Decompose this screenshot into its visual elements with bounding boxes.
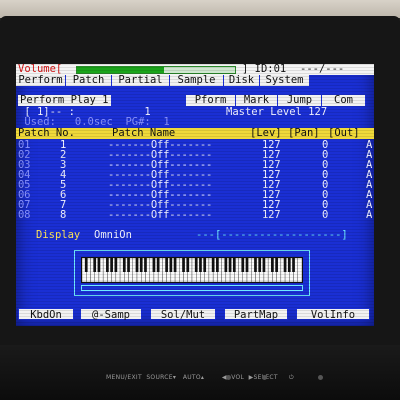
black-key[interactable] (156, 258, 160, 272)
black-key[interactable] (122, 258, 126, 272)
black-key[interactable] (199, 258, 202, 272)
black-key[interactable] (182, 258, 185, 272)
vol-up-button[interactable] (262, 375, 267, 380)
header-level: [Lev] (250, 127, 282, 139)
black-key[interactable] (232, 258, 236, 272)
display-label: Display (36, 229, 81, 241)
kbdon-button[interactable]: KbdOn (18, 308, 74, 321)
power-button[interactable] (318, 375, 323, 380)
volume-fill (77, 67, 164, 73)
subtab-label: Mark (243, 94, 270, 106)
vol-down-button[interactable] (226, 375, 231, 380)
display-value[interactable]: OmniOn (94, 230, 132, 241)
black-key[interactable] (292, 258, 295, 272)
volinfo-button[interactable]: VolInfo (296, 308, 370, 321)
subtab-mark[interactable]: Mark (236, 95, 278, 106)
black-key[interactable] (93, 258, 97, 272)
tab-label: Patch (72, 74, 105, 86)
black-key[interactable] (173, 258, 177, 272)
fkey-label: @-Samp (92, 309, 130, 321)
black-key[interactable] (194, 258, 198, 272)
tab-label: Sample (177, 74, 216, 86)
black-key[interactable] (139, 258, 143, 272)
crt-screen: Volume[ ] ID:01 ---/--- Perform Patch Pa… (16, 64, 374, 326)
black-key[interactable] (258, 258, 262, 272)
solo-mute-button[interactable]: Sol/Mut (150, 308, 216, 321)
black-key[interactable] (275, 258, 278, 272)
subtab-label: Com (334, 94, 353, 106)
page-title: Perform Play 1 (18, 94, 111, 106)
black-key[interactable] (152, 258, 156, 272)
tab-disk[interactable]: Disk (224, 75, 260, 86)
output-value: A (366, 209, 373, 221)
tab-perform[interactable]: Perform (16, 75, 66, 86)
part-number: 08 (18, 209, 31, 221)
black-key[interactable] (211, 258, 215, 272)
display-range: ---[-------------------] (196, 229, 348, 241)
keyboard-panel (74, 250, 310, 296)
header-patch-no: Patch No. (18, 127, 75, 139)
tab-label: Partial (118, 74, 163, 86)
black-key[interactable] (186, 258, 190, 272)
black-key[interactable] (106, 258, 109, 272)
black-key[interactable] (241, 258, 245, 272)
black-key[interactable] (165, 258, 168, 272)
tab-label: Perform (18, 74, 63, 86)
tab-sample[interactable]: Sample (170, 75, 224, 86)
keyboard-map[interactable] (81, 257, 303, 283)
black-key[interactable] (110, 258, 113, 272)
header-out: [Out] (328, 127, 360, 139)
black-key[interactable] (287, 258, 291, 272)
black-key[interactable] (216, 258, 219, 272)
black-key[interactable] (283, 258, 287, 272)
black-key[interactable] (254, 258, 257, 272)
black-key[interactable] (203, 258, 207, 272)
fkey-label: PartMap (233, 309, 279, 321)
black-key[interactable] (245, 258, 249, 272)
tab-partial[interactable]: Partial (112, 75, 170, 86)
tab-system[interactable]: System (260, 75, 310, 86)
black-key[interactable] (169, 258, 173, 272)
black-key[interactable] (271, 258, 274, 272)
header-patch-name: Patch Name (112, 127, 176, 139)
black-key[interactable] (114, 258, 118, 272)
tab-label: System (265, 74, 304, 86)
piano-keys (81, 257, 303, 283)
black-key[interactable] (224, 258, 228, 272)
black-key[interactable] (135, 258, 139, 272)
pan-value: 0 (322, 209, 329, 221)
fkey-label: KbdOn (30, 309, 62, 321)
black-key[interactable] (144, 258, 147, 272)
subtab-com[interactable]: Com (322, 95, 366, 106)
black-key[interactable] (228, 258, 232, 272)
patch-number: 8 (60, 209, 67, 221)
sample-button[interactable]: @-Samp (80, 308, 142, 321)
patch-name: -------Off------- (108, 209, 213, 221)
monitor-button-labels: MENU/EXIT SOURCE▾ AUTO▴ ◀ VOL ▶SELECT ⏻ (106, 374, 294, 381)
black-key[interactable] (127, 258, 130, 272)
header-pan: [Pan] (288, 127, 320, 139)
keyboard-scrollbar[interactable] (81, 285, 303, 291)
volume-slider[interactable] (76, 66, 236, 74)
master-level-readout[interactable]: Master Level 127 (226, 107, 327, 118)
subtab-pform[interactable]: Pform (186, 95, 236, 106)
subtab-label: Jump (286, 94, 313, 106)
level-value: 127 (262, 209, 281, 221)
black-key[interactable] (84, 258, 88, 272)
white-key[interactable] (297, 257, 303, 283)
black-key[interactable] (97, 258, 101, 272)
tab-label: Disk (228, 74, 255, 86)
table-header: Patch No. Patch Name [Lev] [Pan] [Out] (16, 128, 374, 139)
monitor-base (0, 345, 400, 400)
subtab-label: Pform (194, 94, 227, 106)
subtab-jump[interactable]: Jump (278, 95, 322, 106)
partmap-button[interactable]: PartMap (224, 308, 288, 321)
device-id-value: ---/--- (300, 64, 345, 75)
tab-patch[interactable]: Patch (66, 75, 112, 86)
fkey-label: VolInfo (310, 309, 356, 321)
fkey-label: Sol/Mut (160, 309, 206, 321)
black-key[interactable] (262, 258, 266, 272)
